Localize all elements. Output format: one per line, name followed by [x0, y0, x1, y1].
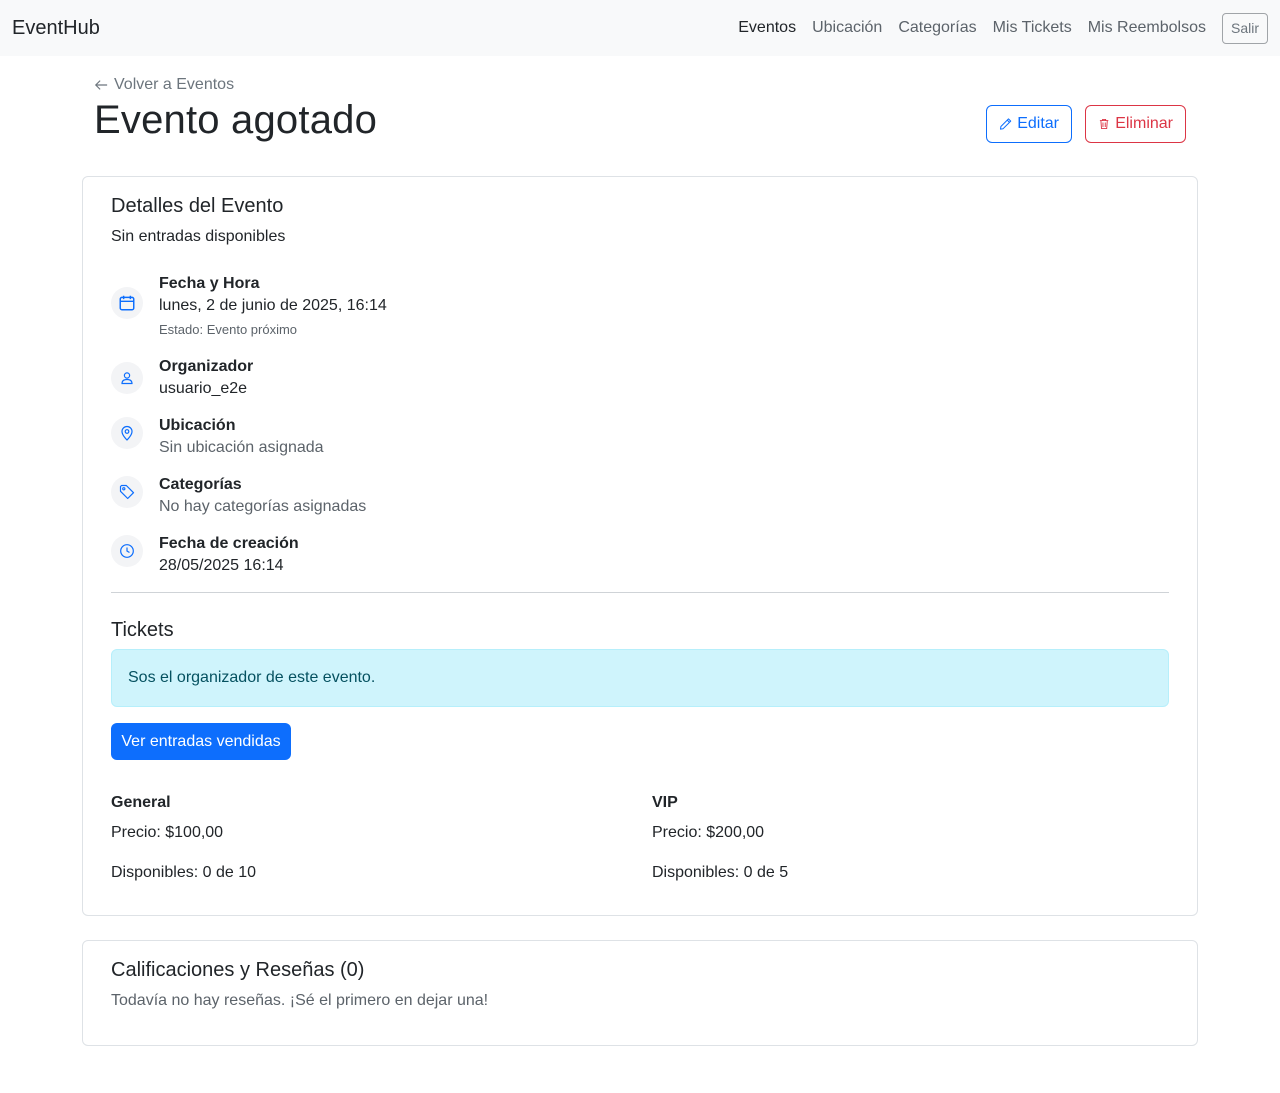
calendar-icon — [111, 287, 143, 319]
ticket-type-general: General Precio: $100,00 Disponibles: 0 d… — [111, 793, 256, 883]
nav-link-eventos[interactable]: Eventos — [738, 19, 796, 37]
reviews-empty-text: Todavía no hay reseñas. ¡Sé el primero e… — [111, 992, 489, 1009]
ticket-type-name: VIP — [652, 794, 678, 811]
created-label: Fecha de creación — [159, 535, 299, 552]
tickets-title: Tickets — [111, 619, 174, 641]
organizer-notice-alert: Sos el organizador de este evento. — [111, 649, 1169, 707]
details-subtitle: Sin entradas disponibles — [111, 228, 286, 245]
info-row-organizer: Organizador usuario_e2e — [111, 356, 253, 400]
nav-link-categorias[interactable]: Categorías — [898, 19, 976, 37]
reviews-title: Calificaciones y Reseñas (0) — [111, 959, 365, 981]
event-status: Estado: Evento próximo — [159, 322, 298, 337]
date-label: Fecha y Hora — [159, 275, 260, 292]
nav-link-mis-reembolsos[interactable]: Mis Reembolsos — [1088, 19, 1206, 37]
created-value: 28/05/2025 16:14 — [159, 557, 284, 574]
person-icon — [111, 362, 143, 394]
info-row-categories: Categorías No hay categorías asignadas — [111, 474, 366, 518]
categories-label: Categorías — [159, 476, 242, 493]
event-details-card: Detalles del Evento Sin entradas disponi… — [82, 176, 1198, 916]
delete-button[interactable]: Eliminar — [1085, 105, 1186, 143]
ticket-type-name: General — [111, 794, 171, 811]
ticket-price: Precio: $100,00 — [111, 824, 224, 841]
details-title: Detalles del Evento — [111, 195, 284, 217]
ticket-availability: Disponibles: 0 de 5 — [652, 864, 789, 881]
ticket-price: Precio: $200,00 — [652, 824, 765, 841]
edit-button-label: Editar — [1017, 115, 1059, 132]
ticket-availability: Disponibles: 0 de 10 — [111, 864, 256, 881]
date-value: lunes, 2 de junio de 2025, 16:14 — [159, 297, 387, 314]
nav-links: Eventos Ubicación Categorías Mis Tickets… — [722, 12, 1268, 44]
location-label: Ubicación — [159, 417, 236, 434]
delete-button-label: Eliminar — [1115, 115, 1173, 132]
edit-button[interactable]: Editar — [986, 105, 1072, 143]
tag-icon — [111, 476, 143, 508]
info-row-created: Fecha de creación 28/05/2025 16:14 — [111, 533, 299, 577]
categories-value: No hay categorías asignadas — [159, 498, 367, 515]
nav-link-mis-tickets[interactable]: Mis Tickets — [993, 19, 1072, 37]
nav-link-ubicacion[interactable]: Ubicación — [812, 19, 882, 37]
clock-icon — [111, 535, 143, 567]
organizer-label: Organizador — [159, 358, 254, 375]
trash-icon — [1099, 118, 1109, 130]
arrow-left-icon — [94, 80, 108, 90]
ticket-type-vip: VIP Precio: $200,00 Disponibles: 0 de 5 — [652, 793, 788, 883]
info-row-location: Ubicación Sin ubicación asignada — [111, 415, 324, 459]
navbar: EventHub Eventos Ubicación Categorías Mi… — [0, 0, 1280, 56]
back-link-label: Volver a Eventos — [114, 76, 235, 93]
page-title: Evento agotado — [94, 98, 378, 142]
pencil-icon — [999, 118, 1012, 130]
location-value: Sin ubicación asignada — [159, 439, 324, 456]
organizer-value: usuario_e2e — [159, 380, 248, 397]
location-pin-icon — [111, 417, 143, 449]
logout-button[interactable]: Salir — [1221, 12, 1268, 44]
reviews-card: Calificaciones y Reseñas (0) Todavía no … — [82, 940, 1198, 1046]
section-divider — [111, 592, 1169, 593]
info-row-date: Fecha y Hora lunes, 2 de junio de 2025, … — [111, 273, 387, 343]
back-to-events-link[interactable]: Volver a Eventos — [94, 76, 234, 94]
view-sold-tickets-button[interactable]: Ver entradas vendidas — [111, 723, 291, 760]
brand-logo[interactable]: EventHub — [12, 17, 100, 40]
organizer-notice-text: Sos el organizador de este evento. — [128, 669, 376, 686]
